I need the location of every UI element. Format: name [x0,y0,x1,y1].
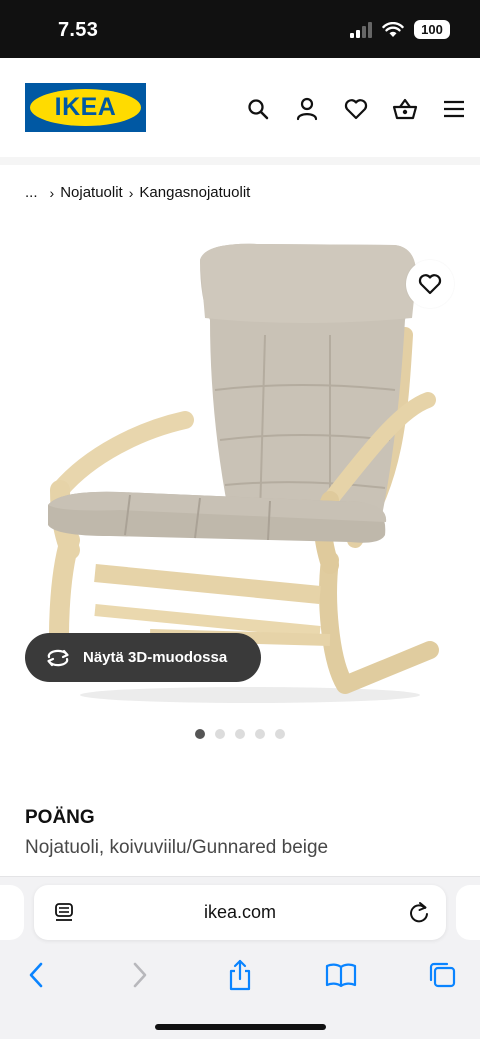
status-icons: 100 [350,20,450,39]
chevron-right-icon: › [49,184,55,201]
ikea-logo[interactable]: IKEA [25,83,146,132]
bookmarks-icon [325,963,357,988]
header-divider [0,157,480,165]
bookmarks-button[interactable] [321,955,361,995]
status-bar: 7.53 100 [0,0,480,58]
share-icon [229,959,251,991]
site-header: IKEA [0,58,480,158]
pagination-dot[interactable] [255,729,265,739]
basket-icon[interactable] [380,94,429,124]
wifi-icon [382,21,404,37]
product-description: Nojatuoli, koivuviilu/Gunnared beige [25,837,329,858]
previous-tab-preview[interactable] [0,885,24,940]
account-icon[interactable] [282,94,331,124]
breadcrumb: ... › Nojatuolit › Kangasnojatuolit [25,184,250,201]
browser-toolbar: ikea.com [0,876,480,1039]
battery-level: 100 [421,22,443,37]
favourites-icon[interactable] [331,94,380,124]
forward-icon [133,962,147,988]
heart-icon [418,274,442,295]
search-icon[interactable] [233,94,282,124]
rotate-3d-icon [47,649,69,666]
battery-icon: 100 [414,20,450,39]
reload-icon[interactable] [408,900,430,924]
tabs-icon [429,962,456,988]
view-3d-button[interactable]: Näytä 3D-muodossa [25,633,261,682]
breadcrumb-item-kangasnojatuolit[interactable]: Kangasnojatuolit [139,184,250,201]
share-button[interactable] [220,955,260,995]
back-button[interactable] [16,955,56,995]
logo-oval: IKEA [30,89,141,126]
breadcrumb-ellipsis[interactable]: ... [25,184,38,201]
browser-nav-row [0,955,480,995]
forward-button[interactable] [120,955,160,995]
view-3d-label: Näytä 3D-muodossa [83,649,228,666]
product-name: POÄNG [25,807,95,828]
tabs-button[interactable] [422,955,462,995]
next-tab-preview[interactable] [456,885,480,940]
breadcrumb-item-nojatuolit[interactable]: Nojatuolit [60,184,123,201]
pagination-dot[interactable] [275,729,285,739]
address-bar[interactable]: ikea.com [34,885,446,940]
pagination-dot[interactable] [215,729,225,739]
url-text: ikea.com [203,902,277,922]
back-icon [29,962,43,988]
home-indicator [155,1024,326,1030]
header-icons [233,94,478,124]
pagination-dot[interactable] [195,729,205,739]
pagination-dot[interactable] [235,729,245,739]
gallery-pagination [195,729,285,739]
chevron-right-icon: › [128,184,134,201]
menu-icon[interactable] [429,94,478,124]
signal-icon [350,21,372,38]
add-to-favourites-button[interactable] [406,260,454,308]
status-time: 7.53 [58,19,99,41]
logo-text: IKEA [54,93,117,121]
